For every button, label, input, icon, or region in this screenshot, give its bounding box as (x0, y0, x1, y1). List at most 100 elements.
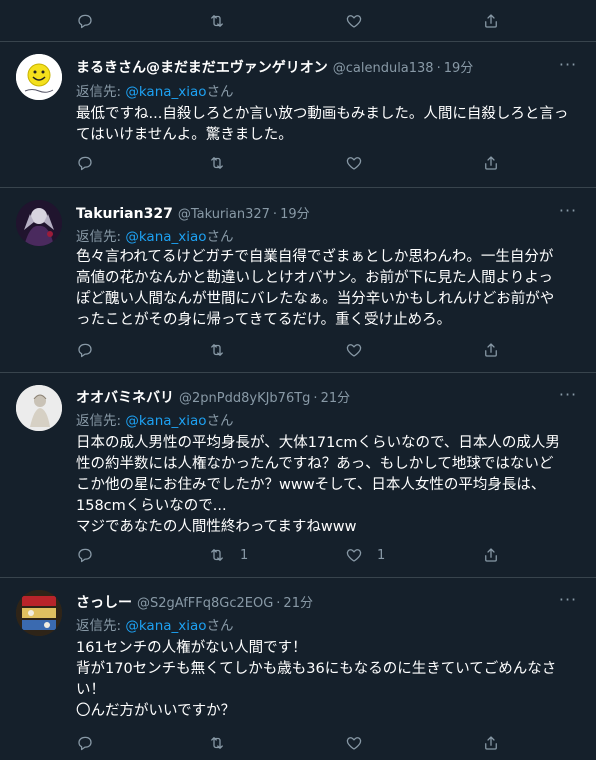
reply-button[interactable] (76, 9, 94, 33)
tweet-text-line: こか他の星にお住みでしたか？wwwそして、日本人女性の平均身長は、 (76, 477, 546, 493)
tweet[interactable]: オオバミネバリ @2pnPdd8yKJb76Tg · 21分 ··· 返信先: … (0, 373, 596, 578)
mention-link[interactable]: @kana_xiao (125, 413, 206, 429)
display-name[interactable]: さっしー (76, 592, 132, 612)
more-button[interactable]: ··· (558, 592, 578, 611)
action-bar: 1 1 (76, 543, 506, 567)
tweet-text-line: 色々言われてるけどガチで自業自得でざまぁとしか思わんわ。一生自分が (76, 249, 554, 265)
retweet-button[interactable] (208, 338, 226, 362)
more-icon: ··· (558, 201, 578, 220)
display-name[interactable]: オオバミネバリ (76, 387, 174, 407)
replying-prefix: 返信先: (76, 84, 126, 100)
tweet[interactable]: Takurian327 @Takurian327 · 19分 ··· 返信先: … (0, 188, 596, 373)
like-button[interactable] (345, 338, 363, 362)
tweet-text-line: ったことがその身に帰ってきてるだけ。重く受け止めろ。 (76, 312, 452, 328)
smiley-avatar-image (16, 54, 62, 100)
reply-button[interactable] (76, 543, 94, 567)
tweet-text-line: 日本の成人男性の平均身長が、大体171cmくらいなので、日本人の成人男 (76, 435, 560, 451)
timestamp[interactable]: 21分 (283, 592, 313, 611)
share-icon (485, 736, 497, 750)
timestamp[interactable]: 19分 (280, 203, 310, 222)
share-button[interactable] (482, 338, 500, 362)
more-button[interactable]: ··· (558, 203, 578, 222)
tweet-text: 最低ですね...自殺しろとか言い放つ動画もみました。人間に自殺しろと言っ てはい… (76, 104, 581, 146)
timestamp[interactable]: 19分 (444, 57, 474, 76)
handle[interactable]: @calendula138 (333, 61, 434, 76)
share-icon (485, 156, 497, 170)
like-icon (346, 15, 362, 28)
separator: · (436, 61, 441, 76)
display-name[interactable]: まるきさん@まだまだエヴァンゲリオン (76, 57, 328, 77)
retweet-icon (211, 737, 223, 749)
reply-icon (78, 736, 92, 751)
avatar[interactable] (16, 200, 62, 246)
tweet[interactable]: まるきさん@まだまだエヴァンゲリオン @calendula138 · 19分 ·… (0, 42, 596, 188)
tweet-text-line: ぽど醜い人間なんが世間にバレたなぁ。当分辛いかもしれんけどお前がや (76, 291, 555, 307)
action-bar (76, 731, 506, 755)
retweet-icon (211, 157, 223, 169)
like-button[interactable]: 1 (345, 543, 385, 567)
share-button[interactable] (482, 151, 500, 175)
tweet-text-line: 161センチの人権がない人間です！ (76, 640, 307, 656)
retweet-button[interactable] (208, 9, 226, 33)
tweet-text: 161センチの人権がない人間です！ 背が170センチも無くてしかも歳も36にもな… (76, 638, 581, 722)
like-button[interactable] (345, 9, 363, 33)
replying-to: 返信先: @kana_xiaoさん (76, 80, 234, 100)
display-name[interactable]: Takurian327 (76, 206, 173, 222)
action-bar (76, 9, 506, 33)
mention-link[interactable]: @kana_xiao (125, 618, 206, 634)
retweet-button[interactable] (208, 151, 226, 175)
handle[interactable]: @S2gAfFFq8Gc2EOG (137, 596, 273, 611)
share-icon (485, 14, 497, 28)
separator: · (276, 596, 281, 611)
share-button[interactable] (482, 543, 500, 567)
retweet-button[interactable]: 1 (208, 543, 248, 567)
reply-button[interactable] (76, 151, 94, 175)
like-button[interactable] (345, 151, 363, 175)
reply-icon (78, 156, 92, 171)
tweet-header: まるきさん@まだまだエヴァンゲリオン @calendula138 · 19分 (76, 57, 473, 79)
more-button[interactable]: ··· (558, 387, 578, 406)
like-icon (346, 549, 362, 562)
reply-icon (78, 548, 92, 563)
reply-button[interactable] (76, 731, 94, 755)
mention-link[interactable]: @kana_xiao (125, 84, 206, 100)
reply-icon (78, 343, 92, 358)
avatar[interactable] (16, 54, 62, 100)
mention-link[interactable]: @kana_xiao (125, 229, 206, 245)
tweet-text: 日本の成人男性の平均身長が、大体171cmくらいなので、日本人の成人男 性の約半… (76, 433, 581, 538)
tweet-text-line: 高値の花かなんかと勘違いしとけオバサン。お前が下に見た人間よりよっ (76, 270, 553, 286)
handle[interactable]: @Takurian327 (178, 207, 270, 222)
handle[interactable]: @2pnPdd8yKJb76Tg (179, 391, 310, 406)
action-bar (76, 338, 506, 362)
tweet-text: 色々言われてるけどガチで自業自得でざまぁとしか思わんわ。一生自分が 高値の花かな… (76, 247, 581, 331)
retweet-icon (211, 549, 223, 561)
like-icon (346, 157, 362, 170)
tweet-header: オオバミネバリ @2pnPdd8yKJb76Tg · 21分 (76, 387, 350, 409)
reply-button[interactable] (76, 338, 94, 362)
character-avatar-image (16, 200, 62, 246)
more-button[interactable]: ··· (558, 57, 578, 76)
replying-to: 返信先: @kana_xiaoさん (76, 614, 234, 634)
tweet-header: さっしー @S2gAfFFq8Gc2EOG · 21分 (76, 592, 313, 614)
replying-suffix: さん (206, 229, 234, 245)
share-icon (485, 548, 497, 562)
previous-tweet-actions (0, 0, 596, 42)
action-bar (76, 151, 506, 175)
timestamp[interactable]: 21分 (321, 387, 351, 406)
replying-to: 返信先: @kana_xiaoさん (76, 225, 234, 245)
avatar[interactable] (16, 590, 62, 636)
tweet-text-line: 158cmくらいなので... (76, 498, 227, 514)
like-button[interactable] (345, 731, 363, 755)
tweet-text-line: い！ (76, 682, 105, 698)
tweet[interactable]: さっしー @S2gAfFFq8Gc2EOG · 21分 ··· 返信先: @ka… (0, 578, 596, 760)
share-button[interactable] (482, 9, 500, 33)
replying-prefix: 返信先: (76, 413, 126, 429)
avatar[interactable] (16, 385, 62, 431)
photo-avatar-image (16, 590, 62, 636)
replying-to: 返信先: @kana_xiaoさん (76, 409, 234, 429)
retweet-button[interactable] (208, 731, 226, 755)
like-icon (346, 737, 362, 750)
replying-prefix: 返信先: (76, 229, 126, 245)
reply-icon (78, 14, 92, 29)
share-button[interactable] (482, 731, 500, 755)
